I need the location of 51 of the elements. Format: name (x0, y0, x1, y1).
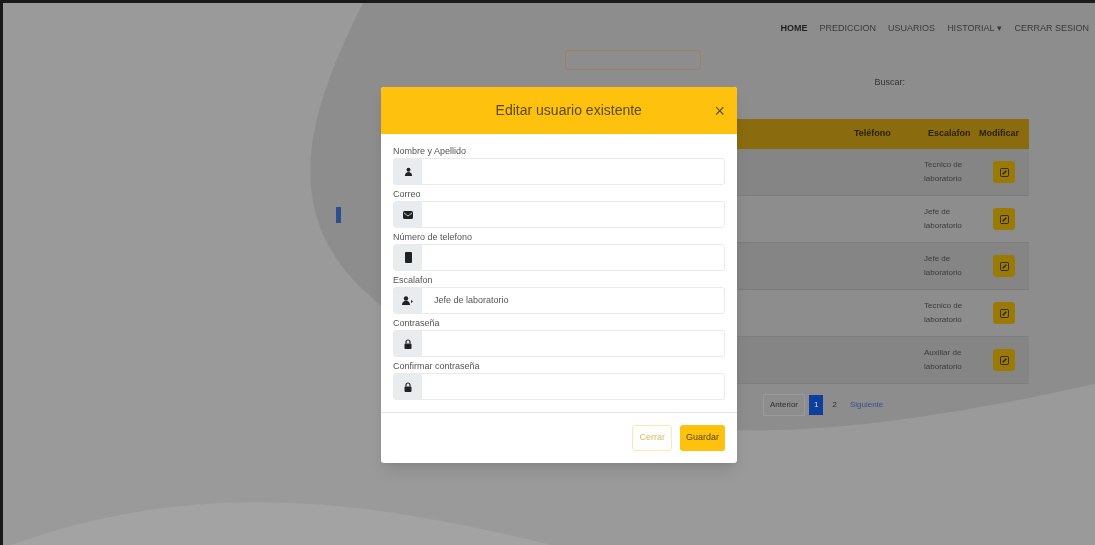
field-label: Contraseña (393, 317, 441, 330)
table-cell-text: Tecnico de laboratorio (924, 300, 964, 326)
table-cell-text: Jefe de laboratorio (924, 253, 963, 279)
nav-link[interactable]: USUARIOS (888, 22, 936, 36)
nav-link[interactable]: CERRAR SESION (1014, 22, 1089, 36)
user-icon (403, 167, 413, 176)
add-button-outline[interactable] (565, 49, 701, 70)
edit-icon (999, 261, 1009, 271)
phone-icon (404, 252, 412, 263)
next-link[interactable]: Siguiente (845, 395, 888, 415)
edit-button[interactable] (993, 349, 1015, 371)
envelope-icon (403, 210, 413, 219)
table-cell-text: Auxiliar de laboratorio (924, 347, 963, 373)
input-field[interactable] (393, 330, 725, 357)
page-button[interactable]: 2 (827, 395, 842, 415)
input-field[interactable] (393, 201, 725, 228)
input-field[interactable]: Jefe de laboratorio (393, 287, 725, 314)
column-header: Teléfono (854, 127, 892, 141)
user-tag-icon (402, 296, 414, 305)
field-label: Escalafon (393, 274, 434, 287)
edit-icon (999, 308, 1009, 318)
edit-icon (999, 355, 1009, 365)
field-label: Número de telefono (393, 231, 474, 244)
field-label: Nombre y Apellido (393, 145, 468, 158)
page-button[interactable]: 1 (809, 395, 824, 415)
input-field[interactable] (393, 373, 725, 400)
table-cell-text: Jefe de laboratorio (924, 206, 963, 232)
lock-icon (404, 381, 412, 392)
input-field[interactable] (393, 158, 725, 185)
edit-button[interactable] (993, 302, 1015, 324)
edit-button[interactable] (993, 161, 1015, 183)
input-field[interactable] (393, 244, 725, 271)
save-button[interactable]: Guardar (679, 425, 725, 451)
caret-icon: ▾ (997, 23, 1003, 33)
nav-link[interactable]: PREDICCION (819, 22, 877, 36)
column-header: Escalafon (927, 127, 972, 141)
column-header: Modificar (979, 127, 1020, 141)
previous-link[interactable]: Anterior (763, 394, 805, 416)
edit-icon (999, 167, 1009, 177)
field-label: Correo (393, 188, 422, 201)
lock-icon (404, 338, 412, 349)
edit-button[interactable] (993, 255, 1015, 277)
nav-link[interactable]: HISTORIAL ▾ (947, 22, 1003, 36)
search-label: Buscar: (874, 75, 905, 89)
nav-link[interactable]: HOME (780, 22, 808, 36)
edit-button[interactable] (993, 208, 1015, 230)
field-label: Confirmar contraseña (393, 360, 481, 373)
dialog-title: Editar usuario existente (495, 101, 642, 120)
close-button[interactable]: × (714, 101, 725, 120)
table-cell-text: Tecnico de laboratorio (924, 159, 964, 185)
edit-icon (999, 214, 1009, 224)
